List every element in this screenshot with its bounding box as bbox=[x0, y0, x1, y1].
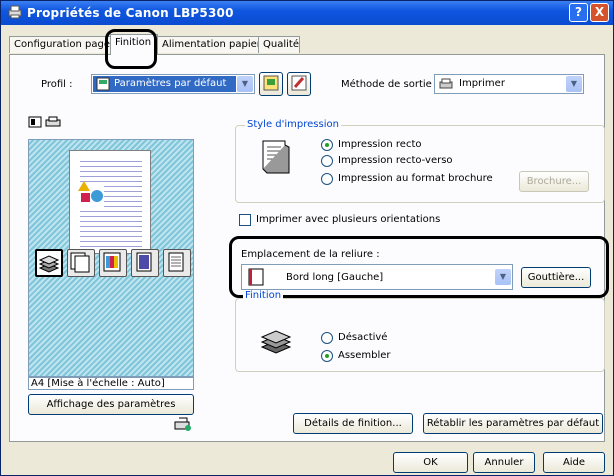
add-profile-icon bbox=[263, 75, 279, 91]
show-settings-button[interactable]: Affichage des paramètres bbox=[28, 394, 194, 415]
color-button[interactable] bbox=[99, 249, 127, 277]
collate-label: Assembler bbox=[338, 350, 391, 361]
binding-edge-icon bbox=[248, 268, 264, 286]
single-sided-label: Impression recto bbox=[338, 139, 422, 150]
tab-page-setup[interactable]: Configuration page bbox=[9, 36, 111, 53]
radio-collate[interactable] bbox=[321, 350, 333, 362]
mixed-orientation-label: Imprimer avec plusieurs orientations bbox=[256, 214, 441, 225]
tab-quality[interactable]: Qualité bbox=[258, 36, 300, 53]
tab-paper-source[interactable]: Alimentation papier bbox=[157, 36, 259, 53]
gutter-button[interactable]: Gouttière... bbox=[521, 267, 591, 288]
radio-finishing-off[interactable] bbox=[321, 332, 333, 344]
page-settings-icon bbox=[70, 252, 90, 273]
preview-pane bbox=[28, 139, 194, 377]
document-icon bbox=[262, 140, 290, 174]
close-title-button[interactable]: X bbox=[590, 3, 609, 22]
quality-view-button[interactable] bbox=[163, 249, 191, 277]
chevron-down-icon[interactable]: ▼ bbox=[566, 76, 582, 92]
ok-button[interactable]: OK bbox=[393, 452, 468, 473]
page-layout-button[interactable] bbox=[67, 249, 95, 277]
collate-icon bbox=[38, 255, 60, 273]
properties-window: Propriétés de Canon LBP5300 ? X Configur… bbox=[0, 0, 614, 476]
window-title: Propriétés de Canon LBP5300 bbox=[27, 6, 234, 20]
profile-card-icon bbox=[96, 77, 110, 91]
finishing-view-button[interactable] bbox=[131, 249, 159, 277]
profile-select[interactable]: Paramètres par défaut ▼ bbox=[91, 74, 255, 94]
finishing-off-label: Désactivé bbox=[338, 332, 388, 343]
mixed-orientation-checkbox[interactable] bbox=[239, 214, 251, 226]
help-button[interactable]: Aide bbox=[543, 452, 605, 473]
collate-view-button[interactable] bbox=[35, 249, 63, 277]
title-bar[interactable]: Propriétés de Canon LBP5300 ? X bbox=[1, 1, 613, 25]
help-title-button[interactable]: ? bbox=[569, 3, 588, 22]
profile-label: Profil : bbox=[41, 79, 73, 90]
binding-select[interactable]: Bord long [Gauche] ▼ bbox=[241, 264, 513, 290]
preview-graphic bbox=[78, 181, 104, 207]
cancel-button[interactable]: Annuler bbox=[473, 452, 535, 473]
color-icon bbox=[103, 252, 121, 272]
document-icon bbox=[136, 252, 152, 272]
preview-page bbox=[69, 150, 151, 254]
page-view-icon[interactable] bbox=[28, 116, 42, 128]
edit-profile-icon bbox=[291, 75, 307, 91]
finishing-title: Finition bbox=[243, 290, 284, 301]
finishing-details-button[interactable]: Détails de finition... bbox=[293, 413, 413, 434]
printer-icon bbox=[439, 78, 453, 89]
preview-caption: A4 [Mise à l'échelle : Auto] bbox=[31, 378, 165, 389]
printer-info-icon[interactable] bbox=[173, 416, 193, 432]
radio-single-sided[interactable] bbox=[321, 139, 333, 151]
booklet-label: Impression au format brochure bbox=[338, 173, 493, 184]
add-profile-button[interactable] bbox=[259, 72, 283, 96]
chevron-down-icon[interactable]: ▼ bbox=[495, 269, 511, 285]
binding-label: Emplacement de la reliure : bbox=[241, 249, 380, 260]
chevron-down-icon[interactable]: ▼ bbox=[237, 76, 253, 92]
tab-highlight bbox=[105, 29, 157, 69]
output-method-label: Méthode de sortie : bbox=[341, 79, 439, 90]
collate-icon bbox=[260, 330, 292, 354]
page-icon bbox=[168, 252, 184, 272]
radio-booklet[interactable] bbox=[321, 173, 333, 185]
duplex-label: Impression recto-verso bbox=[338, 155, 453, 166]
edit-profile-button[interactable] bbox=[287, 72, 311, 96]
profile-value: Paramètres par défaut bbox=[114, 78, 227, 89]
print-style-title: Style d'impression bbox=[245, 119, 341, 130]
restore-defaults-button[interactable]: Rétablir les paramètres par défaut bbox=[423, 413, 603, 434]
printer-icon bbox=[8, 5, 22, 19]
printer-settings-icon[interactable] bbox=[45, 116, 61, 128]
binding-value: Bord long [Gauche] bbox=[286, 272, 384, 283]
brochure-button[interactable]: Brochure... bbox=[519, 171, 589, 192]
output-method-select[interactable]: Imprimer ▼ bbox=[434, 74, 584, 94]
radio-duplex[interactable] bbox=[321, 155, 333, 167]
output-method-value: Imprimer bbox=[459, 78, 505, 89]
preview-caption-box: A4 [Mise à l'échelle : Auto] bbox=[28, 377, 194, 390]
